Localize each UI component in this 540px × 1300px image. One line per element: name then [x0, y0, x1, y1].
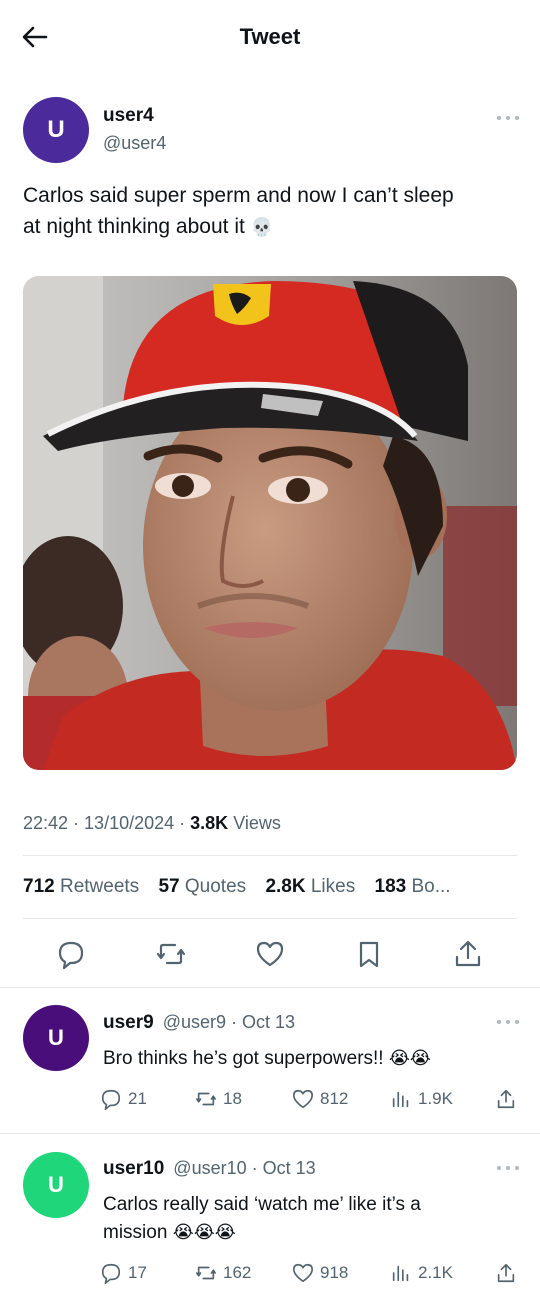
views-icon	[392, 1091, 409, 1108]
divider	[23, 855, 517, 856]
reply-like-button[interactable]: 918	[292, 1262, 348, 1284]
author-name[interactable]: user4	[103, 105, 154, 127]
top-bar: Tweet	[0, 0, 540, 76]
more-options-icon[interactable]	[497, 113, 519, 123]
bookmark-icon[interactable]	[353, 938, 385, 970]
more-options-icon[interactable]	[497, 1163, 519, 1173]
views-count: 3.8K	[190, 813, 229, 833]
reply-icon	[101, 1263, 121, 1284]
tweet-text: Carlos said super sperm and now I can’t …	[23, 180, 517, 243]
tweet-date: 13/10/2024	[84, 813, 175, 833]
author-handle[interactable]: @user4	[103, 133, 166, 154]
reply-retweet-button[interactable]: 162	[195, 1262, 251, 1284]
more-options-icon[interactable]	[497, 1017, 519, 1027]
retweet-icon[interactable]	[155, 938, 187, 970]
retweets-stat[interactable]: 712 Retweets	[23, 876, 139, 897]
quotes-stat[interactable]: 57 Quotes	[158, 876, 246, 897]
like-icon	[293, 1089, 313, 1109]
reply-author-name[interactable]: user10	[103, 1158, 164, 1179]
like-icon	[293, 1263, 313, 1283]
reply-like-button[interactable]: 812	[292, 1088, 348, 1110]
reply-date: · Oct 13	[231, 1012, 296, 1032]
reply-author-handle[interactable]: @user10	[173, 1158, 246, 1178]
reply-views-button[interactable]: 2.1K	[390, 1262, 453, 1284]
share-icon[interactable]	[452, 938, 484, 970]
reply-views-button[interactable]: 1.9K	[390, 1088, 453, 1110]
skull-emoji: 💀	[250, 217, 274, 238]
tweet-meta: 22:42 · 13/10/2024 · 3.8K Views	[23, 813, 281, 833]
reply-text: Bro thinks he’s got superpowers!! 😭😭	[103, 1048, 431, 1069]
reply-retweet-button[interactable]: 18	[195, 1088, 242, 1110]
reply-action-bar: 17 162 918 2.1K	[100, 1262, 520, 1288]
reply-header: user9 @user9 · Oct 13	[103, 1012, 295, 1034]
reply-reply-button[interactable]: 21	[100, 1088, 147, 1110]
bookmarks-stat[interactable]: 183 Bo...	[375, 876, 451, 897]
reply-author-name[interactable]: user9	[103, 1012, 154, 1033]
crying-emoji: 😭😭	[388, 1048, 431, 1069]
reply-icon[interactable]	[55, 938, 87, 970]
tweet-photo[interactable]	[23, 276, 517, 770]
reply-action-bar: 21 18 812 1.9K	[100, 1088, 520, 1114]
tweet-action-bar	[0, 934, 540, 976]
likes-stat[interactable]: 2.8K Likes	[265, 876, 355, 897]
reply-header: user10 @user10 · Oct 13	[103, 1158, 316, 1180]
reply-avatar[interactable]: U	[23, 1005, 89, 1071]
tweet-stats: 712 Retweets 57 Quotes 2.8K Likes 183 Bo…	[23, 876, 465, 898]
views-icon	[392, 1265, 409, 1282]
retweet-icon	[196, 1266, 216, 1280]
retweet-icon	[196, 1092, 216, 1106]
author-avatar[interactable]: U	[23, 97, 89, 163]
reply-reply-button[interactable]: 17	[100, 1262, 147, 1284]
crying-emoji: 😭😭😭	[172, 1222, 236, 1243]
reply-author-handle[interactable]: @user9	[163, 1012, 226, 1032]
divider	[23, 918, 517, 919]
reply-share-button[interactable]	[495, 1262, 523, 1284]
reply-icon	[101, 1089, 121, 1110]
divider	[0, 987, 540, 988]
tweet-time: 22:42	[23, 813, 69, 833]
reply-avatar[interactable]: U	[23, 1152, 89, 1218]
like-icon[interactable]	[254, 938, 286, 970]
reply-text: Carlos really said ‘watch me’ like it’s …	[103, 1194, 421, 1243]
divider	[0, 1133, 540, 1134]
reply-date: · Oct 13	[251, 1158, 316, 1178]
tweet-text-line-1: Carlos said super sperm and now I can’t …	[23, 184, 454, 207]
reply-share-button[interactable]	[495, 1088, 523, 1110]
page-title: Tweet	[239, 24, 301, 49]
share-icon	[497, 1263, 515, 1283]
tweet-text-line-2: at night thinking about it	[23, 215, 245, 238]
share-icon	[497, 1089, 515, 1109]
views-label: Views	[233, 813, 281, 833]
